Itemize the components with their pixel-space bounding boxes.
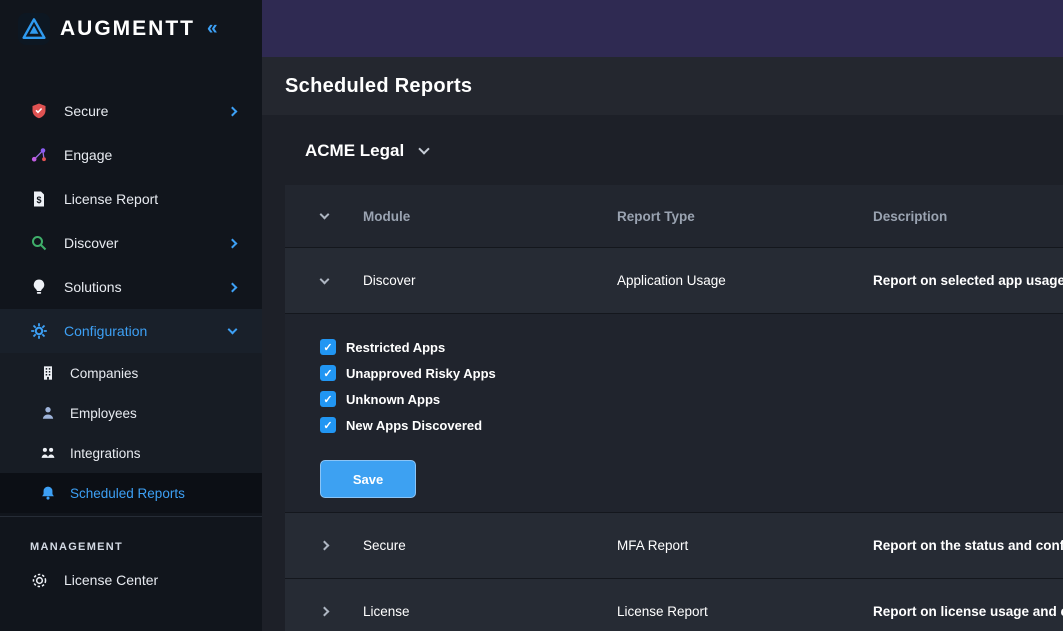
sidebar-item-label: Secure <box>64 103 108 119</box>
row-description: Report on the status and config. <box>873 538 1063 553</box>
sidebar-item-label: Integrations <box>70 446 141 461</box>
row-expand-chevron-icon[interactable] <box>285 542 363 549</box>
svg-text:$: $ <box>37 195 42 205</box>
gear-icon <box>30 322 48 340</box>
row-module: Secure <box>363 538 617 553</box>
main-area: Scheduled Reports ACME Legal Module Repo… <box>262 0 1063 631</box>
sidebar-item-label: Companies <box>70 366 138 381</box>
row-expand-chevron-icon[interactable] <box>285 279 363 283</box>
shield-icon <box>30 102 48 120</box>
sidebar-item-label: Solutions <box>64 279 122 295</box>
sidebar-item-configuration[interactable]: Configuration <box>0 309 262 353</box>
table-row-discover[interactable]: Discover Application Usage Report on sel… <box>285 247 1063 313</box>
checkbox-checked-icon[interactable] <box>320 365 336 381</box>
configuration-submenu: Companies Employees Integrations <box>0 353 262 513</box>
page-title: Scheduled Reports <box>285 75 472 98</box>
company-selector-value: ACME Legal <box>305 141 404 161</box>
sidebar-item-employees[interactable]: Employees <box>0 393 262 433</box>
top-bar <box>262 0 1063 57</box>
table-row-license[interactable]: License License Report Report on license… <box>285 578 1063 631</box>
row-module: License <box>363 604 617 619</box>
content-area: ACME Legal Module Report Type Descriptio… <box>262 115 1063 631</box>
discover-expanded-panel: Restricted Apps Unapproved Risky Apps Un… <box>285 313 1063 512</box>
sidebar-item-scheduled-reports[interactable]: Scheduled Reports <box>0 473 262 513</box>
scheduled-reports-table: Module Report Type Description Discover … <box>285 185 1063 631</box>
row-report-type: Application Usage <box>617 273 873 288</box>
bell-icon <box>40 485 56 501</box>
sidebar-item-label: License Center <box>64 572 158 588</box>
row-description: Report on license usage and ch. <box>873 604 1063 619</box>
row-report-type: License Report <box>617 604 873 619</box>
checkbox-checked-icon[interactable] <box>320 339 336 355</box>
sidebar-item-engage[interactable]: Engage <box>0 133 262 177</box>
sidebar-item-label: License Report <box>64 191 158 207</box>
checkbox-new-apps-discovered[interactable]: New Apps Discovered <box>320 412 1063 438</box>
document-dollar-icon: $ <box>30 190 48 208</box>
checkbox-label: Unknown Apps <box>346 392 440 407</box>
chevron-down-icon <box>419 143 430 154</box>
checkbox-restricted-apps[interactable]: Restricted Apps <box>320 334 1063 360</box>
sidebar-item-label: Employees <box>70 406 137 421</box>
logo-row: AUGMENTT « <box>0 0 262 57</box>
company-selector[interactable]: ACME Legal <box>305 141 428 161</box>
sidebar-item-license-report[interactable]: $ License Report <box>0 177 262 221</box>
checkbox-unapproved-risky-apps[interactable]: Unapproved Risky Apps <box>320 360 1063 386</box>
checkbox-label: Unapproved Risky Apps <box>346 366 496 381</box>
sidebar-item-label: Engage <box>64 147 112 163</box>
checkbox-label: Restricted Apps <box>346 340 445 355</box>
row-description: Report on selected app usage m <box>873 273 1063 288</box>
magnifier-icon <box>30 234 48 252</box>
checkbox-checked-icon[interactable] <box>320 391 336 407</box>
sidebar-item-license-center[interactable]: License Center <box>0 559 262 601</box>
row-report-type: MFA Report <box>617 538 873 553</box>
chevron-right-icon <box>228 106 238 116</box>
org-chart-icon <box>40 445 56 461</box>
row-module: Discover <box>363 273 617 288</box>
sidebar-item-companies[interactable]: Companies <box>0 353 262 393</box>
sidebar-item-integrations[interactable]: Integrations <box>0 433 262 473</box>
app-window: AUGMENTT « Secure Engage $ <box>0 0 1063 631</box>
checkbox-unknown-apps[interactable]: Unknown Apps <box>320 386 1063 412</box>
save-button[interactable]: Save <box>320 460 416 498</box>
management-section-label: MANAGEMENT <box>0 517 262 559</box>
chevron-right-icon <box>228 282 238 292</box>
sidebar-nav: Secure Engage $ License Report Disco <box>0 57 262 601</box>
sidebar-item-label: Discover <box>64 235 118 251</box>
augmentt-logo-icon <box>18 13 50 45</box>
building-icon <box>40 365 56 381</box>
sidebar: AUGMENTT « Secure Engage $ <box>0 0 262 631</box>
table-header-row: Module Report Type Description <box>285 185 1063 247</box>
page-header: Scheduled Reports <box>262 57 1063 115</box>
checkbox-checked-icon[interactable] <box>320 417 336 433</box>
row-expand-chevron-icon[interactable] <box>285 608 363 615</box>
sidebar-item-label: Scheduled Reports <box>70 486 185 501</box>
sidebar-item-label: Configuration <box>64 323 147 339</box>
checkbox-label: New Apps Discovered <box>346 418 482 433</box>
person-icon <box>40 405 56 421</box>
chevron-down-icon <box>228 325 238 335</box>
sidebar-item-solutions[interactable]: Solutions <box>0 265 262 309</box>
sidebar-item-discover[interactable]: Discover <box>0 221 262 265</box>
chevron-right-icon <box>228 238 238 248</box>
column-header-report-type: Report Type <box>617 209 873 224</box>
sidebar-item-secure[interactable]: Secure <box>0 89 262 133</box>
brand-name: AUGMENTT <box>60 17 195 41</box>
table-row-secure[interactable]: Secure MFA Report Report on the status a… <box>285 512 1063 578</box>
sidebar-collapse-icon[interactable]: « <box>207 19 218 38</box>
collapse-all-chevron-icon[interactable] <box>285 214 363 218</box>
column-header-module: Module <box>363 209 617 224</box>
network-icon <box>30 146 48 164</box>
license-center-icon <box>30 571 48 589</box>
column-header-description: Description <box>873 209 1063 224</box>
lightbulb-icon <box>30 278 48 296</box>
